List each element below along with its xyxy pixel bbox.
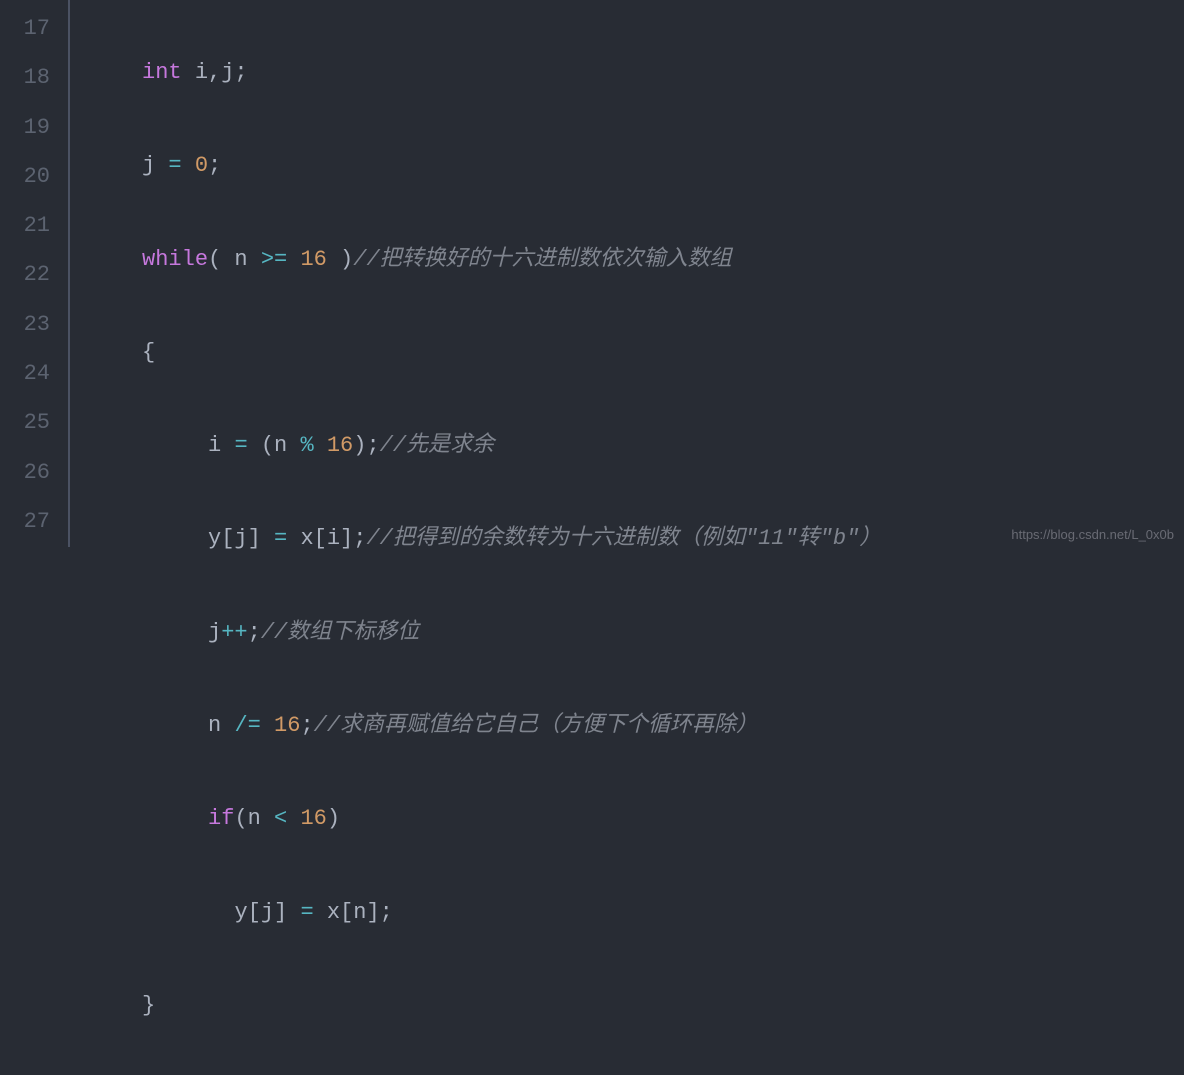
code-text: y[j] bbox=[234, 900, 300, 925]
code-text: n bbox=[208, 713, 234, 738]
line-number: 21 bbox=[0, 201, 68, 250]
code-comment: //数组下标移位 bbox=[261, 620, 419, 645]
number-literal: 0 bbox=[195, 153, 208, 178]
code-text: ); bbox=[353, 433, 379, 458]
line-number: 26 bbox=[0, 448, 68, 497]
code-text: ) bbox=[327, 247, 353, 272]
watermark-text: https://blog.csdn.net/L_0x0b bbox=[1011, 528, 1174, 541]
code-text: i,j; bbox=[182, 60, 248, 85]
code-line-19[interactable]: while( n >= 16 )//把转换好的十六进制数依次输入数组 bbox=[76, 235, 1184, 284]
code-text: x[i]; bbox=[287, 526, 366, 551]
brace-open: { bbox=[142, 340, 155, 365]
code-area[interactable]: int i,j; j = 0; while( n >= 16 )//把转换好的十… bbox=[70, 0, 1184, 547]
number-literal: 16 bbox=[327, 433, 353, 458]
line-number: 20 bbox=[0, 152, 68, 201]
code-comment: //先是求余 bbox=[380, 433, 494, 458]
code-line-24[interactable]: n /= 16;//求商再赋值给它自己（方便下个循环再除） bbox=[76, 701, 1184, 750]
number-literal: 16 bbox=[274, 713, 300, 738]
code-text bbox=[287, 806, 300, 831]
operator: >= bbox=[261, 247, 287, 272]
code-comment: //求商再赋值给它自己（方便下个循环再除） bbox=[314, 713, 758, 738]
code-line-25[interactable]: if(n < 16) bbox=[76, 794, 1184, 843]
code-text: x[n]; bbox=[314, 900, 393, 925]
keyword-while: while bbox=[142, 247, 208, 272]
operator: % bbox=[300, 433, 313, 458]
code-text: ; bbox=[300, 713, 313, 738]
line-number: 24 bbox=[0, 349, 68, 398]
operator: < bbox=[274, 806, 287, 831]
code-line-27[interactable]: } bbox=[76, 981, 1184, 1030]
line-number: 27 bbox=[0, 497, 68, 546]
code-text: ; bbox=[248, 620, 261, 645]
code-text bbox=[287, 247, 300, 272]
code-line-18[interactable]: j = 0; bbox=[76, 141, 1184, 190]
line-number: 22 bbox=[0, 250, 68, 299]
keyword-int: int bbox=[142, 60, 182, 85]
keyword-if: if bbox=[208, 806, 234, 831]
operator: /= bbox=[234, 713, 260, 738]
line-number: 25 bbox=[0, 398, 68, 447]
code-text: ) bbox=[327, 806, 340, 831]
line-number: 17 bbox=[0, 4, 68, 53]
code-line-26[interactable]: y[j] = x[n]; bbox=[76, 888, 1184, 937]
code-text bbox=[314, 433, 327, 458]
line-number: 19 bbox=[0, 103, 68, 152]
operator: = bbox=[168, 153, 181, 178]
code-line-17[interactable]: int i,j; bbox=[76, 48, 1184, 97]
code-text bbox=[261, 713, 274, 738]
operator: = bbox=[274, 526, 287, 551]
number-literal: 16 bbox=[300, 247, 326, 272]
code-comment: //把转换好的十六进制数依次输入数组 bbox=[353, 247, 731, 272]
code-text: ( n bbox=[208, 247, 261, 272]
code-text bbox=[182, 153, 195, 178]
operator: = bbox=[300, 900, 313, 925]
code-text: i bbox=[208, 433, 234, 458]
brace-close: } bbox=[142, 993, 155, 1018]
code-editor: 17 18 19 20 21 22 23 24 25 26 27 int i,j… bbox=[0, 0, 1184, 547]
operator: ++ bbox=[221, 620, 247, 645]
code-line-21[interactable]: i = (n % 16);//先是求余 bbox=[76, 421, 1184, 470]
code-text: j bbox=[208, 620, 221, 645]
line-number-gutter: 17 18 19 20 21 22 23 24 25 26 27 bbox=[0, 0, 70, 547]
operator: = bbox=[234, 433, 247, 458]
code-line-20[interactable]: { bbox=[76, 328, 1184, 377]
number-literal: 16 bbox=[300, 806, 326, 831]
code-text: ; bbox=[208, 153, 221, 178]
line-number: 18 bbox=[0, 53, 68, 102]
code-text: (n bbox=[234, 806, 274, 831]
line-number: 23 bbox=[0, 300, 68, 349]
code-line-23[interactable]: j++;//数组下标移位 bbox=[76, 608, 1184, 657]
code-text: j bbox=[142, 153, 168, 178]
code-text: y[j] bbox=[208, 526, 274, 551]
code-comment: //把得到的余数转为十六进制数（例如"11"转"b"） bbox=[366, 526, 881, 551]
code-text: (n bbox=[248, 433, 301, 458]
